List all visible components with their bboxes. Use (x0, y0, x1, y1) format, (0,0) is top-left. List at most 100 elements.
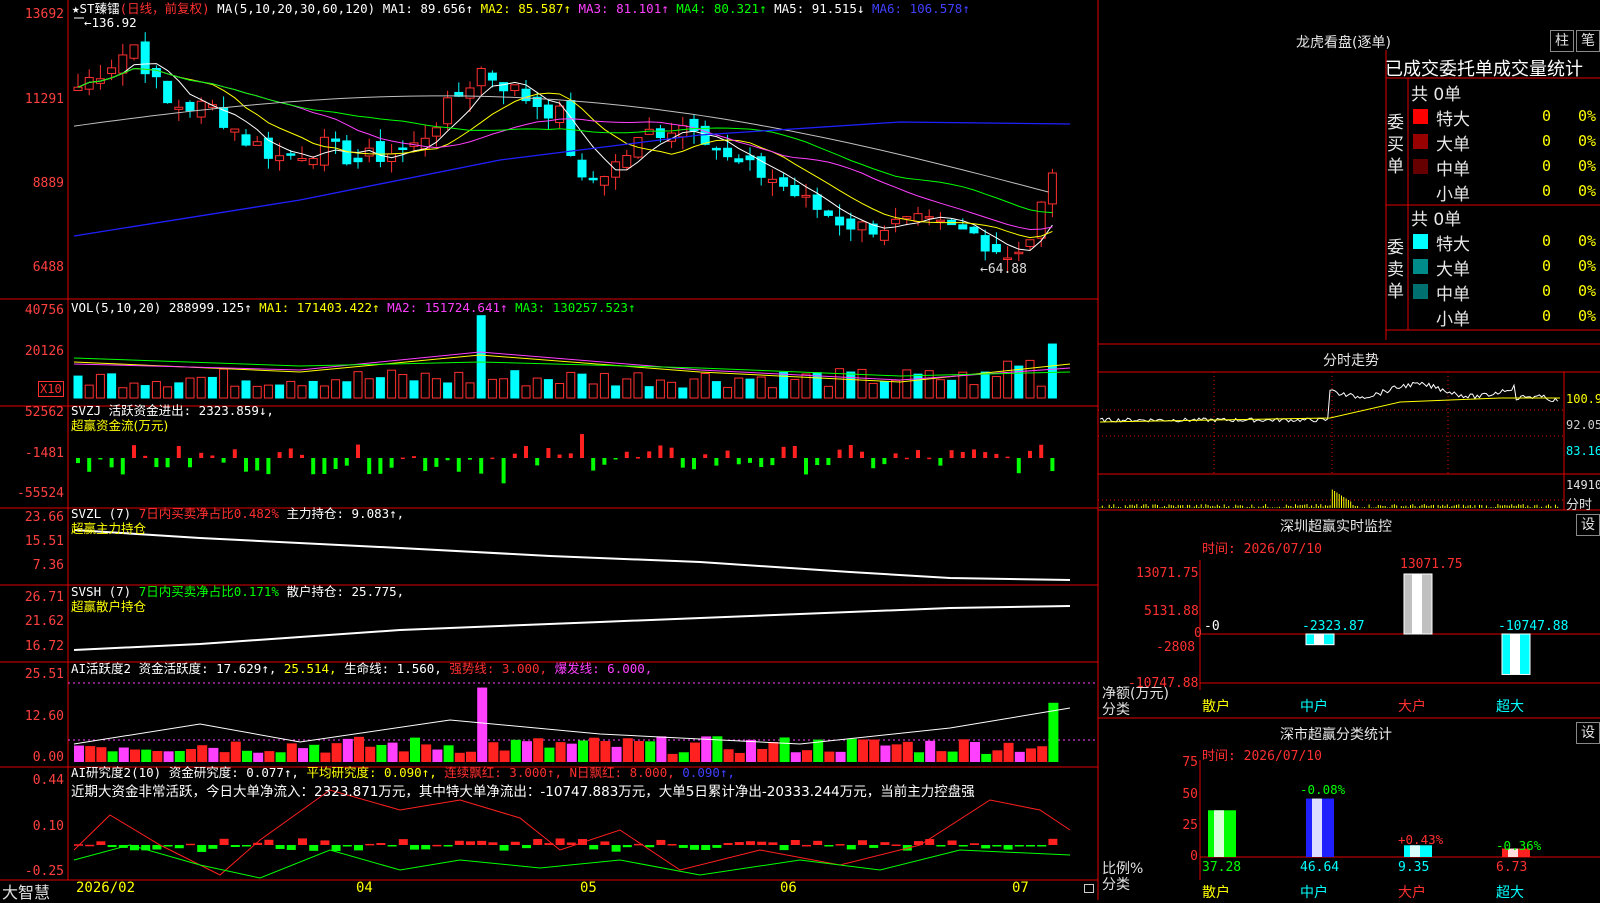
svsh-subtitle: 超赢散户持仓 (71, 599, 147, 614)
ai-active-e: 爆发线: 6.000, (554, 661, 653, 676)
flow-bar (143, 455, 148, 458)
volume-bar (521, 385, 531, 399)
candle-body (163, 80, 173, 104)
low-marker: ←64.88 (980, 262, 1027, 277)
volume-bar (118, 387, 128, 399)
svsh-header: SVSH (7) 7日内买卖净占比0.171% 散户持仓: 25.775, (71, 584, 404, 600)
research-bar (667, 844, 677, 846)
candle-body (924, 216, 934, 219)
flow-bar (602, 458, 607, 465)
activity-line (73, 707, 1071, 745)
activity-bar (522, 741, 532, 762)
flow-bar (893, 453, 898, 458)
flow-bar (176, 446, 181, 458)
activity-bar (421, 744, 432, 762)
activity-bar (466, 751, 476, 762)
classify-change-label: -0.36% (1496, 838, 1542, 853)
candle-body (1036, 201, 1046, 239)
flow-bar (288, 448, 293, 458)
research-bar (466, 841, 475, 845)
flow-bar (445, 458, 450, 461)
research-bar (566, 842, 576, 845)
bar-mode-button[interactable]: 柱 (1550, 30, 1574, 52)
volume-bar (420, 372, 430, 399)
buy-row-count: 0 (1542, 157, 1552, 175)
flow-bar (680, 458, 685, 468)
volume-bar (1003, 360, 1013, 399)
svsh-y-label: 16.72 (24, 639, 64, 654)
main-y-label: 8889 (32, 176, 64, 191)
research-bar (880, 842, 890, 845)
classify-change-label: -0.08% (1300, 782, 1346, 797)
stock-name: ★ST臻镭 (72, 1, 120, 16)
activity-bar (678, 752, 689, 762)
lock-icon[interactable] (1084, 884, 1094, 893)
volume-bar (375, 377, 385, 399)
volume-bar (566, 371, 576, 399)
flow-bar (322, 458, 327, 474)
flow-bar (311, 458, 316, 475)
flow-bar (580, 434, 584, 458)
monitor-y-label: 13071.75 (1136, 566, 1199, 581)
volume-bar (499, 378, 509, 399)
activity-bar (432, 749, 443, 762)
candle-body (835, 216, 845, 226)
volume-bar (163, 386, 173, 399)
flow-bar (412, 456, 416, 458)
flow-bar (871, 458, 876, 469)
candle-body (308, 158, 318, 166)
research-bar (365, 843, 375, 846)
tick-mode-button[interactable]: 笔 (1576, 30, 1600, 52)
classify-y-label: 75 (1182, 755, 1198, 770)
research-bar (1014, 845, 1024, 847)
candle-body (107, 67, 117, 75)
research-bar (387, 845, 397, 847)
activity-bar (600, 741, 611, 762)
research-bar (331, 845, 341, 852)
candle-body (1003, 257, 1013, 260)
activity-bar (174, 750, 185, 762)
research-bar (163, 845, 173, 847)
monitor-value-label: -2323.87 (1302, 619, 1365, 634)
volume-bar (353, 371, 363, 399)
activity-bar (824, 751, 835, 762)
classify-y-label: 50 (1182, 787, 1198, 802)
brand-label: 大智慧 (2, 883, 51, 902)
volume-bar (286, 380, 296, 399)
ai-active-c: 生命线: 1.560, (344, 661, 442, 676)
candle-body (958, 224, 968, 230)
volume-bar (543, 379, 553, 399)
activity-bar (690, 742, 700, 762)
activity-bar (925, 740, 936, 762)
candle-body (913, 213, 923, 222)
monitor-settings-button[interactable]: 设 (1576, 514, 1600, 536)
research-bar (488, 842, 498, 845)
research-bar (510, 841, 520, 845)
candle-body (241, 134, 251, 146)
vol-header: VOL(5,10,20) 288999.125↑ MA1: 171403.422… (71, 300, 636, 316)
monitor-value-label: -0 (1204, 619, 1220, 634)
volume-bar (95, 373, 105, 399)
candle-body (577, 159, 587, 178)
volume-bar (364, 378, 374, 399)
research-bar (410, 845, 419, 850)
flow-bar (815, 458, 820, 466)
research-bar (958, 845, 968, 847)
candle-body (991, 244, 1001, 253)
vol-y-label: 20126 (24, 344, 64, 359)
flow-bar (165, 458, 170, 468)
volume-bar (700, 373, 710, 399)
activity-bar (768, 742, 779, 762)
ai-active-y-label: 12.60 (24, 709, 64, 724)
intraday-price-line (1099, 381, 1559, 423)
activity-bar (410, 737, 420, 762)
ma2-value: MA2: 85.587↑ (480, 1, 571, 16)
svzj-y-label: 52562 (24, 405, 64, 420)
volume-bar (510, 370, 520, 399)
sell-row-count: 0 (1542, 307, 1552, 325)
ai-research-y-label: -0.25 (24, 864, 64, 879)
classify-settings-button[interactable]: 设 (1576, 722, 1600, 744)
svzj-header: SVZJ 活跃资金进出: 2323.859↓, (71, 403, 274, 418)
research-bar (925, 839, 935, 845)
research-bar (858, 840, 867, 845)
